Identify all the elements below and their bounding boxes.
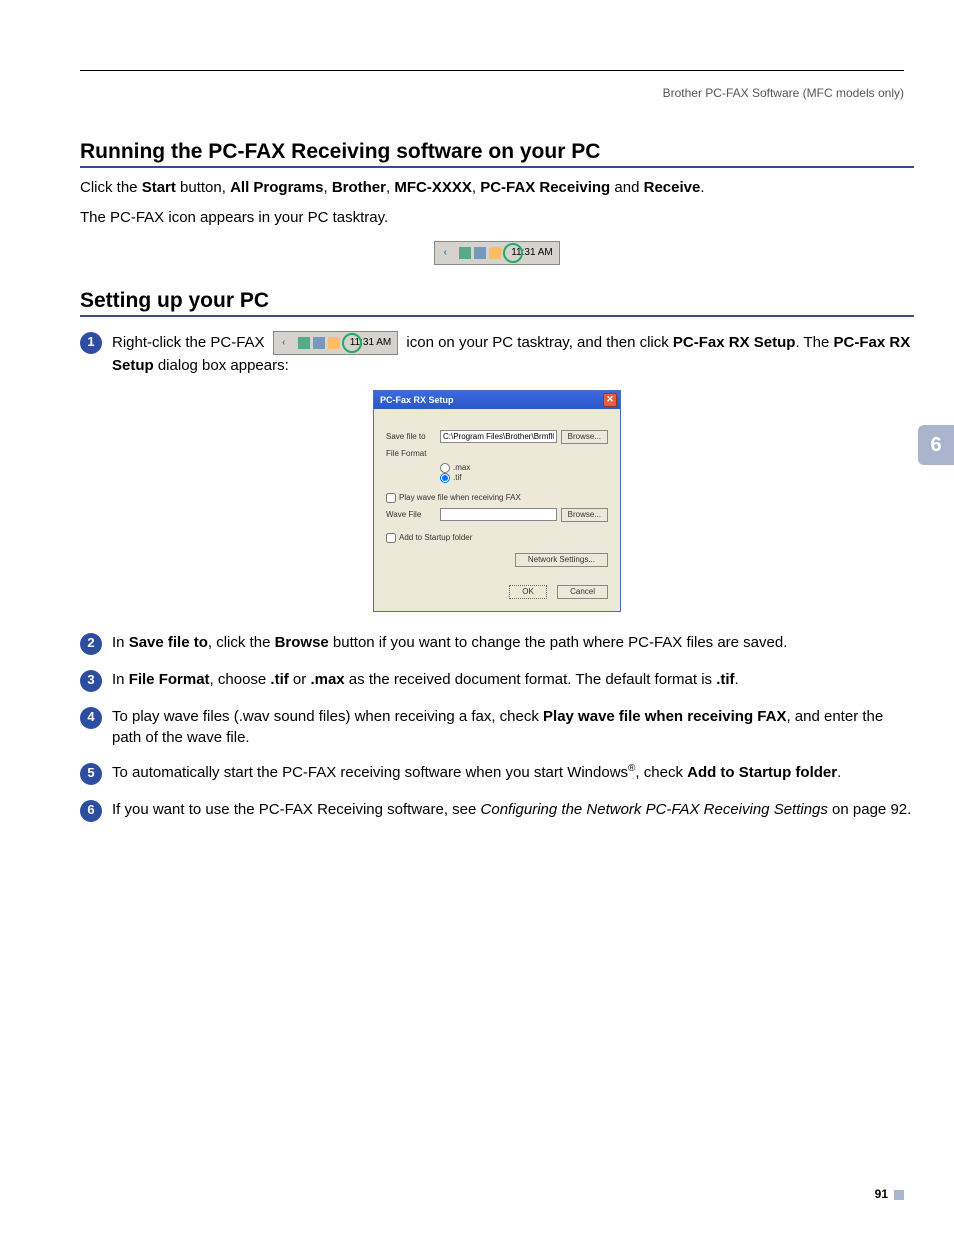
tasktray-inline-image: ‹ 11:31 AM — [273, 331, 399, 355]
paragraph-tasktray-note: The PC-FAX icon appears in your PC taskt… — [80, 208, 914, 228]
step-1: 1 Right-click the PC-FAX ‹ 11:31 AM icon… — [80, 331, 914, 376]
page-number-decoration — [894, 1190, 904, 1200]
highlight-circle-icon — [503, 243, 523, 263]
startup-label: Add to Startup folder — [399, 533, 472, 542]
save-file-to-input[interactable] — [440, 430, 557, 443]
tray-pcfax-icon — [328, 337, 340, 349]
ok-button[interactable]: OK — [509, 585, 547, 599]
tray-pcfax-icon — [489, 247, 501, 259]
file-format-label: File Format — [386, 449, 436, 458]
step-number-badge: 4 — [80, 707, 102, 729]
pcfax-rx-setup-dialog: PC-Fax RX Setup ✕ Save file to Browse...… — [373, 390, 621, 612]
section-heading-running: Running the PC-FAX Receiving software on… — [80, 140, 914, 168]
step-3: 3 In File Format, choose .tif or .max as… — [80, 669, 914, 692]
step-number-badge: 2 — [80, 633, 102, 655]
dialog-title: PC-Fax RX Setup — [380, 395, 454, 405]
tray-icon-1 — [459, 247, 471, 259]
radio-max-label: .max — [453, 463, 470, 472]
tray-icon-2 — [474, 247, 486, 259]
wave-file-input[interactable] — [440, 508, 557, 521]
page-number: 91 — [875, 1187, 904, 1201]
tray-icon-1 — [298, 337, 310, 349]
radio-tif-label: .tif — [453, 473, 461, 482]
wave-file-label: Wave File — [386, 510, 436, 519]
browse-button[interactable]: Browse... — [561, 430, 608, 444]
chapter-tab: 6 — [918, 425, 954, 465]
browse-wave-button[interactable]: Browse... — [561, 508, 608, 522]
step-4: 4 To play wave files (.wav sound files) … — [80, 706, 914, 748]
radio-tif[interactable] — [440, 473, 450, 483]
network-settings-button[interactable]: Network Settings... — [515, 553, 608, 567]
step-5: 5 To automatically start the PC-FAX rece… — [80, 762, 914, 785]
play-wave-label: Play wave file when receiving FAX — [399, 493, 521, 502]
paragraph-start-instructions: Click the Start button, All Programs, Br… — [80, 178, 914, 198]
tasktray-mock: ‹ 11:31 AM — [434, 241, 560, 265]
close-icon[interactable]: ✕ — [603, 393, 617, 407]
section-heading-setting-up: Setting up your PC — [80, 289, 914, 317]
cancel-button[interactable]: Cancel — [557, 585, 608, 599]
radio-max[interactable] — [440, 463, 450, 473]
startup-checkbox[interactable] — [386, 533, 396, 543]
step-number-badge: 6 — [80, 800, 102, 822]
step-2: 2 In Save file to, click the Browse butt… — [80, 632, 914, 655]
play-wave-checkbox[interactable] — [386, 493, 396, 503]
tasktray-expand-icon: ‹ — [435, 247, 455, 258]
step-6: 6 If you want to use the PC-FAX Receivin… — [80, 799, 914, 822]
cross-reference-link[interactable]: Configuring the Network PC-FAX Receiving… — [481, 801, 828, 818]
tasktray-image: ‹ 11:31 AM — [80, 241, 914, 265]
header-text: Brother PC-FAX Software (MFC models only… — [663, 86, 904, 100]
header-rule — [80, 70, 904, 71]
step-number-badge: 3 — [80, 670, 102, 692]
tasktray-expand-icon: ‹ — [274, 336, 294, 350]
step-number-badge: 1 — [80, 332, 102, 354]
highlight-circle-icon — [342, 333, 362, 353]
step-number-badge: 5 — [80, 763, 102, 785]
tray-icon-2 — [313, 337, 325, 349]
save-file-to-label: Save file to — [386, 432, 436, 441]
